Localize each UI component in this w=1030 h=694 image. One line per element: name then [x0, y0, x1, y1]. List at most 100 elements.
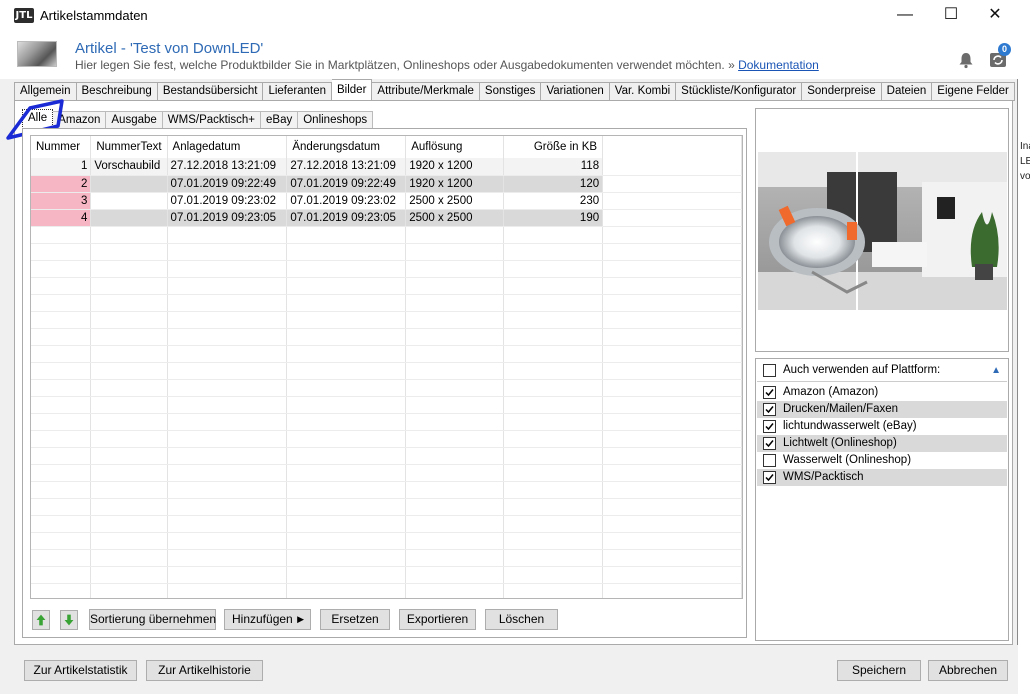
table-row[interactable]: 4 07.01.2019 09:23:05 07.01.2019 09:23:05 2…: [31, 209, 742, 227]
tab-eigene-felder[interactable]: Eigene Felder: [932, 82, 1015, 101]
table-row[interactable]: 3 07.01.2019 09:23:02 07.01.2019 09:23:02 2…: [31, 192, 742, 210]
platform-item[interactable]: Lichtwelt (Onlineshop): [757, 435, 1007, 452]
platform-checkbox[interactable]: [763, 454, 776, 467]
table-row[interactable]: [31, 532, 742, 550]
table-row[interactable]: 2 07.01.2019 09:22:49 07.01.2019 09:22:49 1…: [31, 175, 742, 193]
tab-dateien[interactable]: Dateien: [881, 82, 933, 101]
table-row[interactable]: [31, 583, 742, 598]
empty-cell: [503, 277, 604, 295]
column-header[interactable]: NummerText: [90, 136, 168, 158]
empty-cell: [405, 362, 505, 380]
subtab-ebay[interactable]: eBay: [261, 111, 299, 129]
platform-checkbox[interactable]: [763, 403, 776, 416]
bell-icon[interactable]: [957, 51, 975, 69]
platform-item[interactable]: Drucken/Mailen/Faxen: [757, 401, 1007, 418]
table-row[interactable]: [31, 294, 742, 312]
table-row[interactable]: [31, 243, 742, 261]
empty-cell: [286, 311, 407, 329]
tab-bilder[interactable]: Bilder: [332, 79, 373, 101]
tab-beschreibung[interactable]: Beschreibung: [76, 82, 158, 101]
column-header[interactable]: Änderungsdatum: [286, 136, 407, 158]
platform-item-label: Wasserwelt (Onlineshop): [783, 454, 912, 466]
tab-bestands-bersicht[interactable]: Bestandsübersicht: [157, 82, 264, 101]
empty-cell: [31, 549, 92, 567]
empty-cell: [167, 447, 288, 465]
table-row[interactable]: [31, 464, 742, 482]
platform-item[interactable]: Wasserwelt (Onlineshop): [757, 452, 1007, 469]
export-button[interactable]: Exportieren: [399, 609, 476, 630]
arrow-up-icon: [32, 610, 50, 630]
empty-cell: [503, 243, 604, 261]
table-row[interactable]: [31, 328, 742, 346]
table-row[interactable]: [31, 311, 742, 329]
empty-cell: [503, 583, 604, 598]
tab-sonderpreise[interactable]: Sonderpreise: [802, 82, 882, 101]
move-down-button[interactable]: [60, 610, 78, 633]
table-row[interactable]: [31, 498, 742, 516]
tab-var-kombi[interactable]: Var. Kombi: [609, 82, 677, 101]
column-header[interactable]: Anlagedatum: [167, 136, 288, 158]
submenu-arrow-icon: ▶: [297, 614, 304, 624]
subtab-wms-packtisch-[interactable]: WMS/Packtisch+: [162, 111, 262, 129]
article-statistics-button[interactable]: Zur Artikelstatistik: [24, 660, 137, 681]
save-button[interactable]: Speichern: [837, 660, 921, 681]
table-row[interactable]: [31, 260, 742, 278]
platform-item[interactable]: WMS/Packtisch: [757, 469, 1007, 486]
column-header[interactable]: Auflösung: [405, 136, 505, 158]
empty-cell: [503, 566, 604, 584]
table-row[interactable]: [31, 396, 742, 414]
platform-checkbox[interactable]: [763, 420, 776, 433]
table-row[interactable]: [31, 345, 742, 363]
cancel-button[interactable]: Abbrechen: [928, 660, 1008, 681]
platform-all-checkbox[interactable]: [763, 364, 776, 377]
table-row[interactable]: 1 Vorschaubild 27.12.2018 13:21:09 27.12.20…: [31, 158, 742, 176]
column-header[interactable]: Nummer: [31, 136, 92, 158]
platform-checkbox[interactable]: [763, 437, 776, 450]
collapse-icon[interactable]: ▲: [991, 362, 1001, 379]
column-header[interactable]: Größe in KB: [503, 136, 604, 158]
subtitle-text: Hier legen Sie fest, welche Produktbilde…: [75, 58, 725, 72]
replace-button[interactable]: Ersetzen: [320, 609, 390, 630]
tab-attribute-merkmale[interactable]: Attribute/Merkmale: [372, 82, 480, 101]
platform-header[interactable]: Auch verwenden auf Plattform: ▲: [757, 362, 1007, 379]
empty-cell: [31, 430, 92, 448]
table-row[interactable]: [31, 481, 742, 499]
platform-checkbox[interactable]: [763, 386, 776, 399]
maximize-button[interactable]: ☐: [928, 0, 974, 31]
empty-cell: [90, 498, 168, 516]
documentation-link[interactable]: Dokumentation: [738, 58, 819, 72]
subtab-ausgabe[interactable]: Ausgabe: [106, 111, 163, 129]
images-grid[interactable]: Nummer NummerText Anlagedatum Änderungsdatu…: [30, 135, 743, 599]
platform-item[interactable]: lichtundwasserwelt (eBay): [757, 418, 1007, 435]
empty-cell: [167, 430, 288, 448]
tab-st-ckliste-konfigurator[interactable]: Stückliste/Konfigurator: [676, 82, 803, 101]
table-row[interactable]: [31, 549, 742, 567]
empty-cell: [90, 430, 168, 448]
move-up-button[interactable]: [32, 610, 50, 633]
tab-sonstiges[interactable]: Sonstiges: [479, 82, 542, 101]
minimize-button[interactable]: —: [882, 0, 928, 31]
table-row[interactable]: [31, 362, 742, 380]
table-row[interactable]: [31, 413, 742, 431]
table-row[interactable]: [31, 447, 742, 465]
empty-cell: [602, 515, 742, 533]
apply-sort-button[interactable]: Sortierung übernehmen: [89, 609, 216, 630]
empty-cell: [167, 464, 288, 482]
table-row[interactable]: [31, 379, 742, 397]
delete-button[interactable]: Löschen: [485, 609, 558, 630]
platform-item[interactable]: Amazon (Amazon): [757, 384, 1007, 401]
tab-variationen[interactable]: Variationen: [541, 82, 610, 101]
table-row[interactable]: [31, 566, 742, 584]
article-history-button[interactable]: Zur Artikelhistorie: [146, 660, 263, 681]
empty-cell: [405, 447, 505, 465]
table-row[interactable]: [31, 277, 742, 295]
empty-cell: [405, 294, 505, 312]
close-button[interactable]: ✕: [972, 0, 1018, 31]
add-button[interactable]: Hinzufügen ▶: [224, 609, 311, 630]
table-row[interactable]: [31, 515, 742, 533]
tab-lieferanten[interactable]: Lieferanten: [263, 82, 332, 101]
table-row[interactable]: [31, 226, 742, 244]
table-row[interactable]: [31, 430, 742, 448]
platform-checkbox[interactable]: [763, 471, 776, 484]
subtab-onlineshops[interactable]: Onlineshops: [298, 111, 374, 129]
